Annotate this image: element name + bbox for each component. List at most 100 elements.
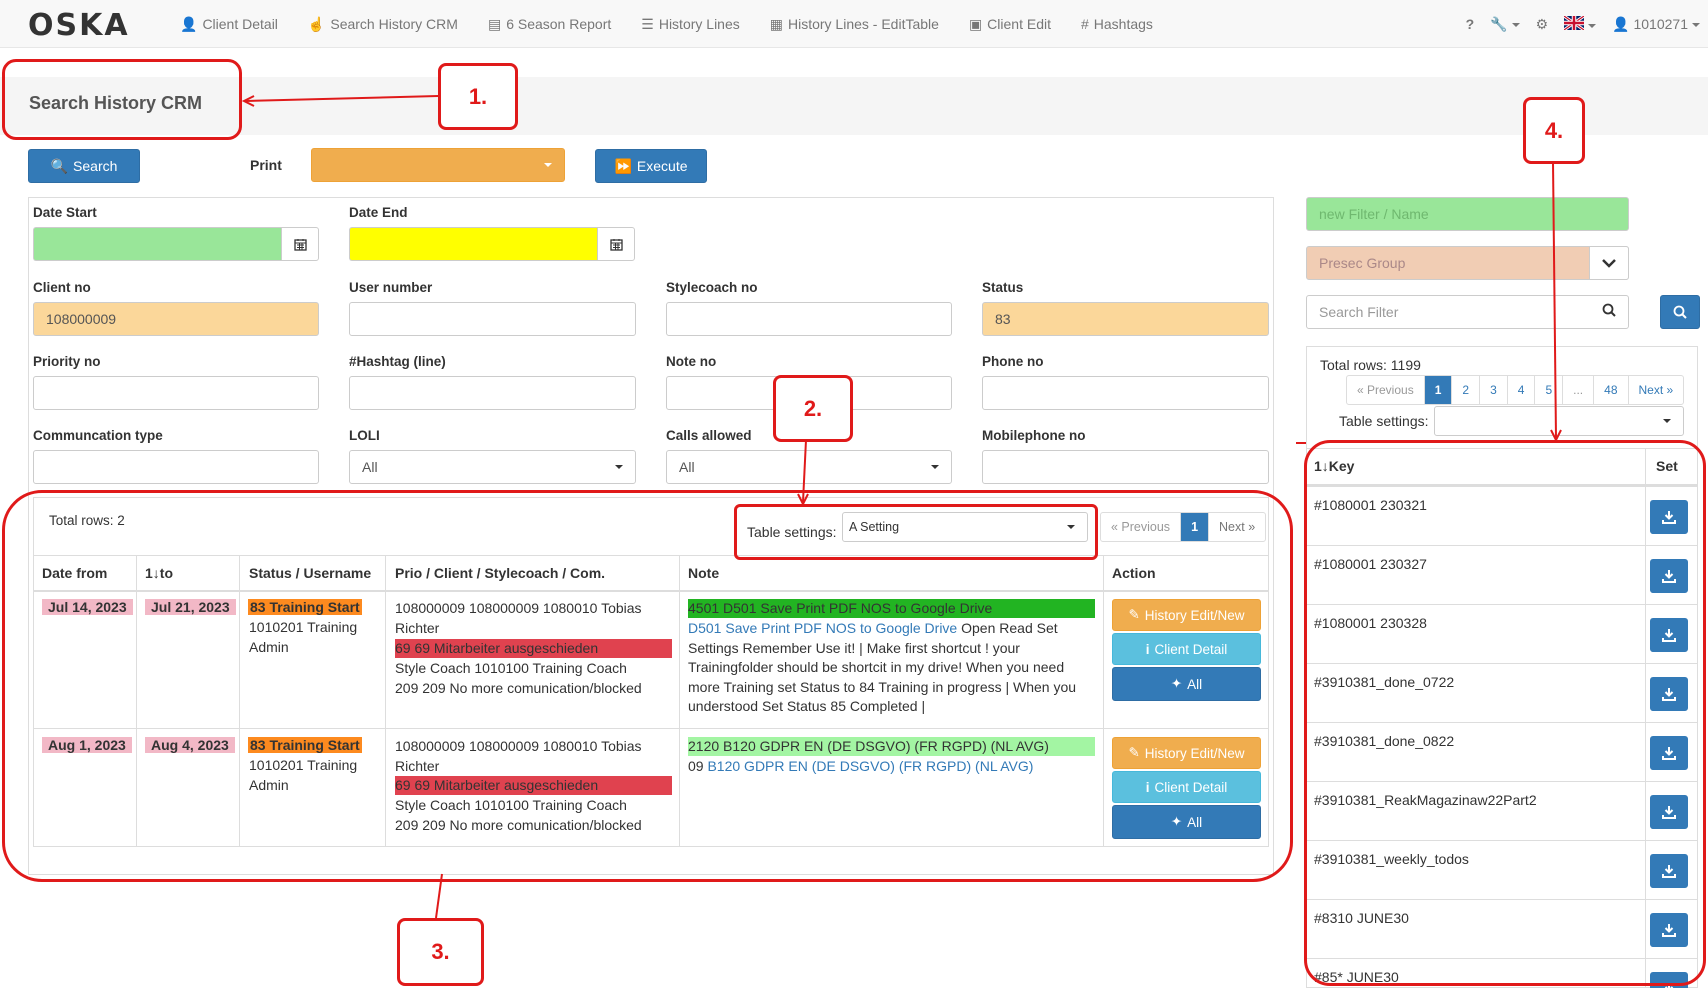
annotation-label-3: 3.	[397, 918, 484, 986]
nav-search-history-crm[interactable]: ☝ Search History CRM	[308, 16, 458, 33]
table-icon: ▦	[769, 15, 783, 32]
contact-card-icon: ▣	[968, 15, 983, 32]
chevron-down-icon	[1588, 23, 1597, 28]
mobilephone-no-label: Mobilephone no	[982, 428, 1086, 443]
filter-page-3[interactable]: 3	[1479, 376, 1507, 404]
calendar-icon[interactable]	[281, 227, 319, 261]
filter-next-page[interactable]: Next »	[1627, 376, 1684, 404]
filter-page-4[interactable]: 4	[1506, 376, 1535, 404]
new-filter-name-input[interactable]: new Filter / Name	[1306, 197, 1629, 231]
search-button-label: Search	[73, 158, 118, 174]
print-select[interactable]	[311, 148, 565, 182]
filter-page-2[interactable]: 2	[1451, 376, 1479, 404]
annotation-tick	[1296, 442, 1306, 444]
nav-client-detail[interactable]: 👤 Client Detail	[180, 16, 278, 33]
help-link[interactable]: ?	[1466, 16, 1475, 32]
nav-history-lines-edittable-label: History Lines - EditTable	[787, 16, 939, 32]
annotation-frame-4	[1304, 440, 1706, 986]
wrench-icon: 🔧	[1490, 15, 1508, 32]
note-no-label: Note no	[666, 354, 717, 369]
wrench-dropdown[interactable]: 🔧	[1490, 15, 1520, 33]
nav-history-lines[interactable]: ☰ History Lines	[641, 16, 739, 33]
nav-history-lines-edittable[interactable]: ▦ History Lines - EditTable	[770, 16, 939, 33]
annotation-line-3	[435, 873, 443, 919]
mobilephone-no-input[interactable]	[982, 450, 1269, 484]
user-number-input[interactable]	[349, 302, 636, 336]
priority-no-input[interactable]	[33, 376, 319, 410]
nav-client-edit-label: Client Edit	[987, 16, 1051, 32]
main-nav: 👤 Client Detail ☝ Search History CRM ▤ 6 Se…	[180, 0, 1153, 48]
calls-allowed-label: Calls allowed	[666, 428, 752, 443]
date-end-label: Date End	[349, 205, 408, 220]
search-filter-input[interactable]: Search Filter	[1306, 295, 1629, 329]
client-no-label: Client no	[33, 280, 91, 295]
user-id: 1010271	[1633, 15, 1688, 32]
calendar-icon[interactable]	[597, 227, 635, 261]
search-button[interactable]: 🔍 Search	[28, 149, 140, 183]
bug-icon[interactable]: ⚙	[1536, 16, 1549, 33]
execute-button-label: Execute	[636, 158, 688, 174]
phone-no-input[interactable]	[982, 376, 1269, 410]
filter-prev-page[interactable]: « Previous	[1347, 376, 1424, 404]
date-end-group	[349, 227, 635, 261]
date-start-group	[33, 227, 319, 261]
filter-pagination: « Previous 1 2 3 4 5 ... 48 Next »	[1346, 375, 1685, 405]
loli-select[interactable]: All	[349, 450, 636, 484]
filter-page-ellipsis: ...	[1562, 376, 1593, 404]
status-label: Status	[982, 280, 1024, 295]
date-start-input[interactable]	[33, 227, 281, 261]
filter-search-button[interactable]	[1660, 295, 1700, 329]
hashtag-line-input[interactable]	[349, 376, 636, 410]
client-no-input[interactable]: 108000009	[33, 302, 319, 336]
uk-flag-icon	[1563, 14, 1586, 31]
stylecoach-no-label: Stylecoach no	[666, 280, 758, 295]
report-icon: ▤	[487, 15, 502, 32]
chevron-down-icon	[1692, 22, 1700, 27]
communication-type-input[interactable]	[33, 450, 319, 484]
status-input[interactable]: 83	[982, 302, 1269, 336]
nav-right-group: ? 🔧 ⚙ 👤 1010271	[1466, 0, 1700, 48]
hashtag-icon: #	[1080, 16, 1089, 32]
user-icon: 👤	[1612, 15, 1630, 32]
filter-page-1[interactable]: 1	[1423, 376, 1452, 404]
loli-value: All	[362, 459, 378, 475]
stylecoach-no-input[interactable]	[666, 302, 952, 336]
user-icon: 👤	[180, 15, 198, 32]
brand-logo[interactable]: OSKA	[28, 8, 130, 43]
annotation-frame-1	[2, 59, 242, 140]
execute-button[interactable]: ⏩ Execute	[595, 149, 707, 183]
user-number-label: User number	[349, 280, 433, 295]
annotation-arrow-4	[1550, 162, 1562, 442]
chevron-down-icon	[1663, 419, 1671, 423]
nav-hashtags[interactable]: # Hashtags	[1081, 16, 1153, 32]
annotation-frame-3	[2, 490, 1293, 882]
nav-client-edit[interactable]: ▣ Client Edit	[969, 16, 1051, 33]
loli-label: LOLI	[349, 428, 380, 443]
nav-hashtags-label: Hashtags	[1093, 16, 1153, 32]
communication-type-label: Communcation type	[33, 428, 163, 443]
nav-search-history-crm-label: Search History CRM	[330, 16, 458, 32]
chevron-down-icon	[615, 465, 623, 469]
presec-group-toggle[interactable]	[1589, 246, 1629, 280]
date-end-input[interactable]	[349, 227, 597, 261]
nav-client-detail-label: Client Detail	[202, 16, 278, 32]
filter-page-48[interactable]: 48	[1593, 376, 1627, 404]
nav-history-lines-label: History Lines	[658, 16, 740, 32]
nav-season-report[interactable]: ▤ 6 Season Report	[488, 16, 611, 33]
annotation-arrow-1	[241, 95, 439, 107]
priority-no-label: Priority no	[33, 354, 101, 369]
list-icon: ☰	[641, 15, 654, 32]
calls-allowed-value: All	[679, 459, 695, 475]
annotation-label-1: 1.	[438, 63, 518, 130]
user-menu[interactable]: 👤 1010271	[1612, 16, 1700, 33]
filter-total-rows: Total rows: 1199	[1320, 357, 1421, 373]
chevron-down-icon	[931, 465, 939, 469]
search-icon: 🔍	[50, 157, 69, 174]
search-icon	[1602, 303, 1616, 320]
annotation-label-2: 2.	[773, 375, 853, 442]
presec-group-select[interactable]: Presec Group	[1306, 246, 1629, 280]
language-dropdown[interactable]	[1563, 14, 1597, 33]
hashtag-line-label: #Hashtag (line)	[349, 354, 446, 369]
chevron-down-icon	[1511, 22, 1520, 27]
print-label: Print	[250, 157, 282, 173]
